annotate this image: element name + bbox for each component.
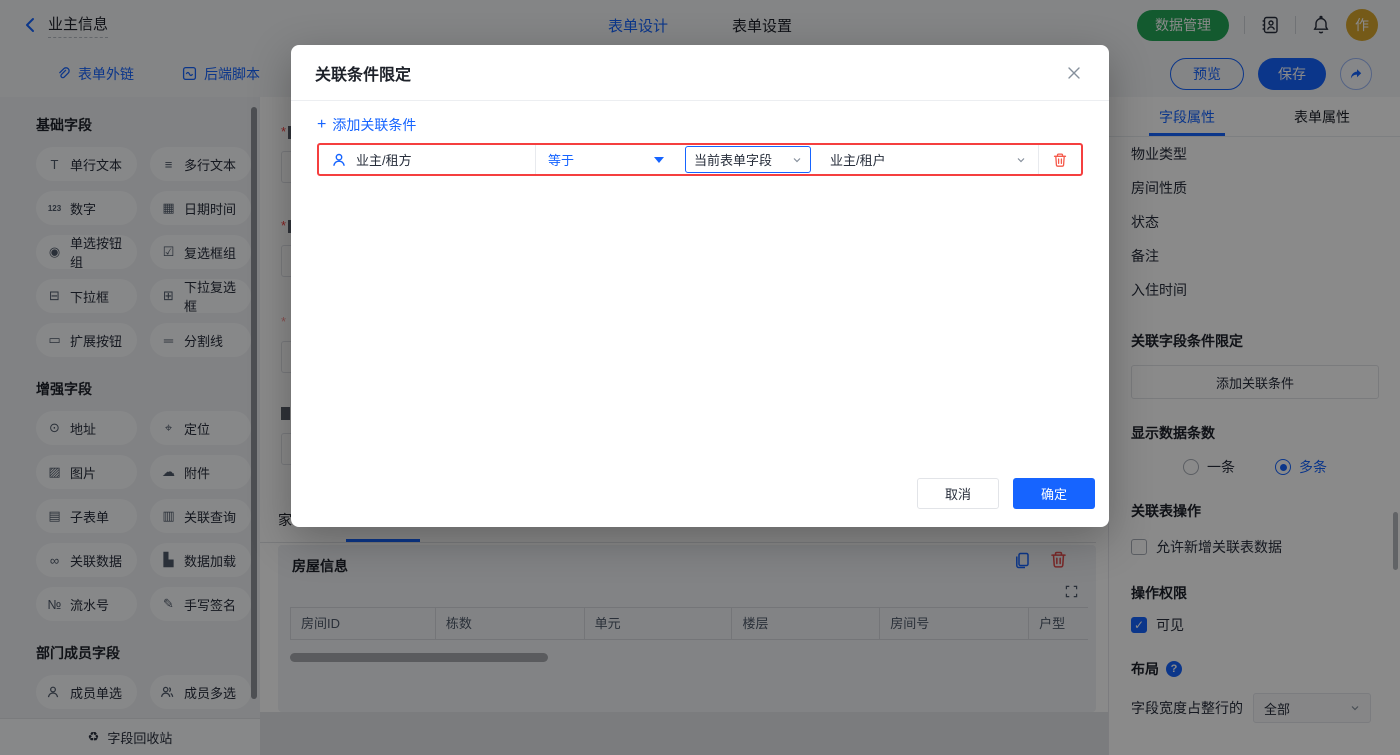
condition-source-field-select[interactable]: 业主/租户 — [814, 145, 1038, 174]
cancel-button[interactable]: 取消 — [917, 478, 999, 509]
condition-field-select[interactable]: 业主/租方 — [319, 145, 535, 174]
link-condition-modal: 关联条件限定 + 添加关联条件 业主/租方 等于 当前表单字段 — [291, 45, 1109, 527]
modal-title: 关联条件限定 — [315, 61, 411, 85]
close-icon[interactable] — [1063, 62, 1085, 84]
plus-icon: + — [317, 118, 326, 132]
condition-operator-select[interactable]: 等于 — [536, 145, 682, 174]
delete-condition-button[interactable] — [1039, 145, 1081, 174]
chevron-down-icon — [792, 155, 802, 165]
operator-value: 等于 — [548, 150, 574, 169]
chevron-down-icon — [1016, 155, 1026, 165]
trash-icon — [1052, 152, 1068, 168]
form-designer-app: 业主信息 表单设计 表单设置 数据管理 — [0, 0, 1400, 755]
person-icon — [331, 152, 347, 168]
modal-footer: 取消 确定 — [917, 478, 1095, 509]
add-condition-label: 添加关联条件 — [332, 115, 416, 135]
source-field-value: 业主/租户 — [830, 150, 886, 169]
condition-field-value: 业主/租方 — [356, 150, 412, 169]
condition-source-type-select[interactable]: 当前表单字段 — [685, 146, 811, 173]
add-condition-link[interactable]: + 添加关联条件 — [317, 115, 416, 135]
modal-header: 关联条件限定 — [291, 45, 1109, 101]
condition-row: 业主/租方 等于 当前表单字段 业主/租户 — [317, 143, 1083, 176]
source-type-value: 当前表单字段 — [694, 150, 772, 169]
confirm-button[interactable]: 确定 — [1013, 478, 1095, 509]
caret-down-icon — [654, 156, 664, 164]
